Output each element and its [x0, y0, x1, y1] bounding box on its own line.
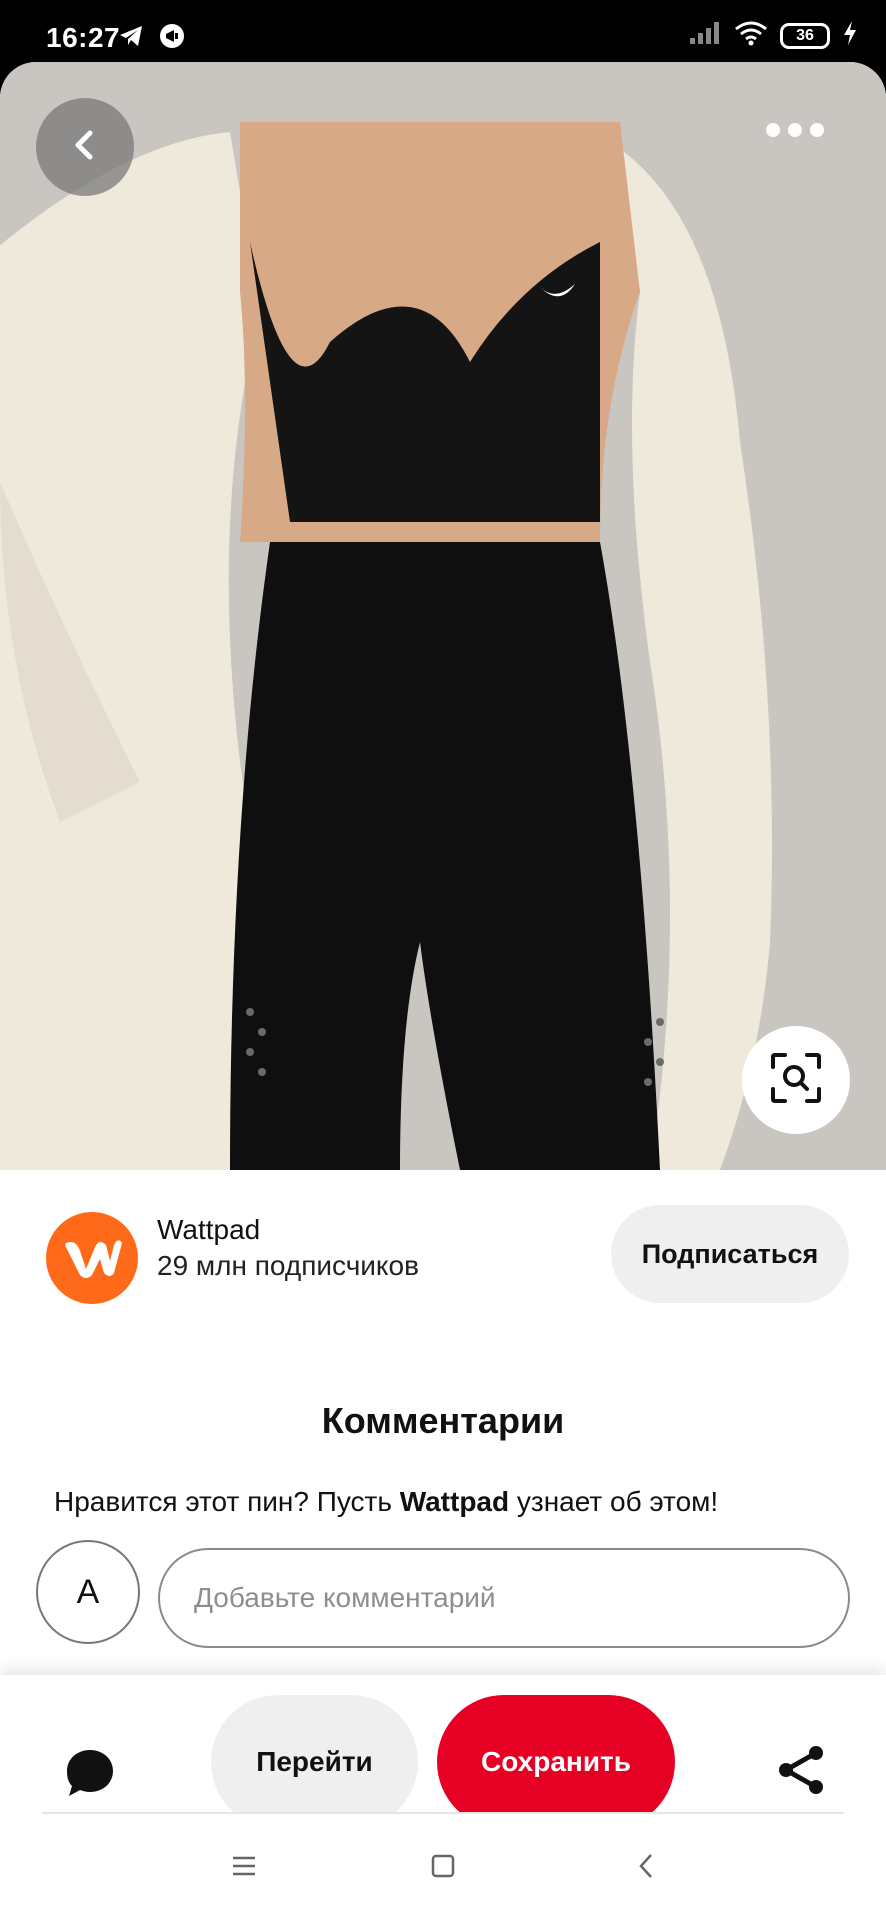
creator-followers: 29 млн подписчиков	[157, 1250, 419, 1281]
wattpad-logo-icon	[65, 1240, 122, 1278]
chat-bubble-icon	[63, 1746, 117, 1805]
home-icon	[430, 1853, 456, 1884]
more-dot	[788, 123, 802, 137]
system-nav-bar	[0, 1814, 886, 1920]
nav-home-button[interactable]	[423, 1848, 463, 1888]
share-icon	[774, 1743, 828, 1802]
creator-name[interactable]: Wattpad	[157, 1214, 260, 1246]
save-button[interactable]: Сохранить	[437, 1695, 675, 1829]
status-right-icons: 36	[688, 20, 858, 51]
vpn-icon	[158, 22, 186, 55]
comments-prompt: Нравится этот пин? Пусть Wattpad узнает …	[54, 1486, 718, 1518]
comments-prompt-name[interactable]: Wattpad	[400, 1486, 509, 1517]
status-left-icons	[118, 22, 186, 55]
back-button[interactable]	[36, 98, 134, 196]
nav-menu-button[interactable]	[224, 1848, 264, 1888]
chat-button[interactable]	[58, 1743, 122, 1807]
creator-avatar[interactable]	[46, 1212, 138, 1304]
charging-icon	[842, 20, 858, 51]
visit-button[interactable]: Перейти	[211, 1695, 418, 1829]
status-time: 16:27	[46, 22, 121, 53]
creator-row: Wattpad 29 млн подписчиков Подписаться	[0, 1200, 886, 1310]
back-icon	[636, 1852, 656, 1885]
pin-detail-page: Wattpad 29 млн подписчиков Подписаться К…	[0, 62, 886, 1920]
comments-prompt-before: Нравится этот пин? Пусть	[54, 1486, 400, 1517]
follow-button[interactable]: Подписаться	[611, 1205, 849, 1303]
user-avatar[interactable]: A	[36, 1540, 140, 1644]
menu-icon	[231, 1855, 257, 1882]
visual-search-button[interactable]	[742, 1026, 850, 1134]
battery-icon: 36	[780, 22, 830, 49]
comments-title: Комментарии	[321, 1400, 565, 1441]
signal-icon	[688, 20, 722, 51]
battery-level: 36	[796, 26, 814, 44]
visual-search-icon	[769, 1051, 823, 1110]
comment-input[interactable]	[158, 1548, 850, 1648]
comments-prompt-after: узнает об этом!	[509, 1486, 719, 1517]
more-dot	[810, 123, 824, 137]
status-bar: 16:27 36	[0, 0, 886, 62]
pin-photo-illustration	[0, 62, 886, 1170]
pin-image[interactable]	[0, 62, 886, 1170]
more-dot	[766, 123, 780, 137]
telegram-icon	[118, 24, 144, 53]
more-options-button[interactable]	[760, 110, 830, 150]
chevron-left-icon	[68, 128, 102, 167]
wifi-icon	[734, 20, 768, 51]
nav-back-button[interactable]	[626, 1848, 666, 1888]
share-button[interactable]	[772, 1743, 830, 1801]
